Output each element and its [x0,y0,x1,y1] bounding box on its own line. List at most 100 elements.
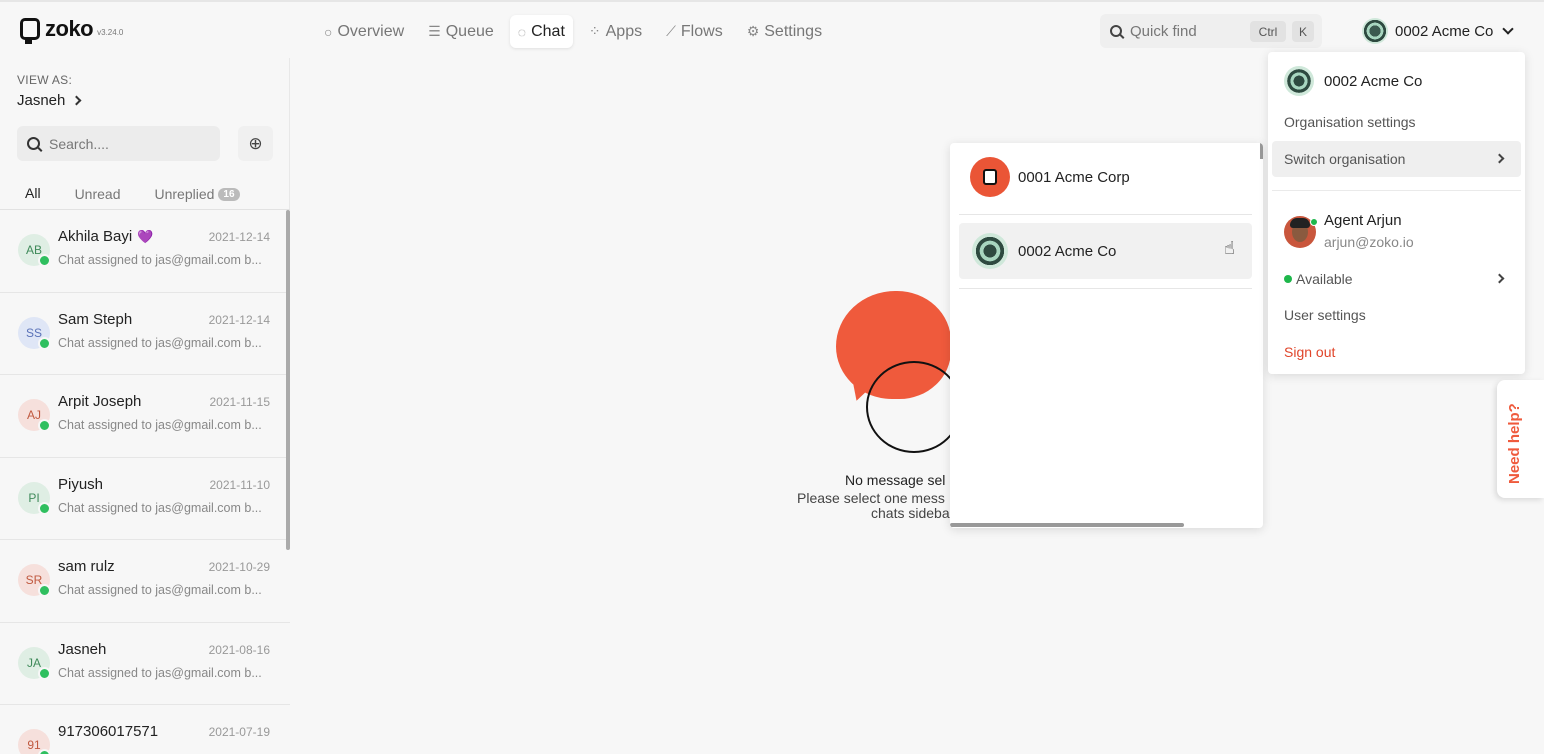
contact-name-text: Sam Steph [58,310,133,328]
chevron-right-icon [1494,273,1505,284]
account-org-name: 0002 Acme Co [1324,72,1423,90]
tab-all-label: All [25,185,41,201]
empty-state-subtitle-line2: chats sideba [871,505,950,521]
chat-preview: Chat assigned to jas@gmail.com b... [58,418,262,432]
contact-name-text: Arpit Joseph [58,393,142,410]
chat-list-item[interactable]: PI Piyush 2021-11-10 Chat assigned to jas@g… [0,457,290,540]
chat-search-input[interactable] [49,135,199,152]
contact-name-text: sam rulz [58,558,115,575]
organisation-settings-label: Organisation settings [1284,114,1416,130]
sign-out-item[interactable]: Sign out [1272,334,1521,370]
view-as-label: VIEW AS: [17,73,73,87]
nav-chat[interactable]: ◌ Chat [509,15,573,48]
available-status-dot [1284,275,1292,283]
nav-queue[interactable]: ☰ Queue [420,15,502,48]
current-org-name: 0002 Acme Co [1395,22,1494,40]
chat-date: 2021-12-14 [208,230,270,244]
empty-state-subtitle-line1: Please select one mess [797,490,945,506]
sign-out-label: Sign out [1284,344,1336,360]
whatsapp-icon [38,419,51,432]
chat-list-item[interactable]: AJ Arpit Joseph 2021-11-15 Chat assigned to… [0,375,290,458]
org-item-0002-acme-co[interactable]: 0002 Acme Co [959,223,1252,279]
org-switcher[interactable]: 0002 Acme Co [1362,18,1515,44]
chat-date: 2021-07-19 [208,725,270,739]
chat-preview: Chat assigned to jas@gmail.com b... [58,665,262,680]
chat-preview: Chat assigned to jas@gmail.com b... [58,583,262,597]
org-logo-icon [1362,18,1388,44]
main-nav: ○ Overview ☰ Queue ◌ Chat ⁘ Apps ⟋ Flows… [316,15,830,48]
new-chat-button[interactable]: ⊕ [238,126,273,161]
zoko-logo-icon [20,18,40,44]
contact-name-text: Jasneh [58,640,107,658]
org-logo-icon [1284,66,1314,96]
shortcut-ctrl-key: Ctrl [1250,21,1286,42]
chat-list: AB Akhila Bayi 💜 2021-12-14 Chat assigned to… [0,210,290,754]
chat-icon: ◌ [517,23,527,40]
chat-preview: Chat assigned to jas@gmail.com b... [58,335,262,350]
flows-icon: ⟋ [666,23,676,39]
switch-organisation-submenu: 0001 Acme Corp 0002 Acme Co ☝ [950,143,1263,528]
whatsapp-icon [38,501,51,515]
contact-name: sam rulz [58,558,120,575]
contact-name: Piyush [58,476,108,493]
nav-apps-label: Apps [605,22,643,40]
zoko-logo[interactable]: zoko v3.24.0 [20,18,123,44]
chat-date: 2021-11-10 [209,477,271,492]
agent-email: arjun@zoko.io [1324,234,1414,250]
chat-list-item[interactable]: 91 917306017571 2021-07-19 [0,705,290,754]
contact-name: Arpit Joseph [58,393,146,410]
chat-date: 2021-10-29 [208,560,270,574]
org-menu-horizontal-scrollbar[interactable] [950,523,1184,527]
nav-overview[interactable]: ○ Overview [316,15,412,48]
nav-settings[interactable]: ⚙ Settings [739,15,830,48]
nav-flows[interactable]: ⟋ Flows [658,15,731,48]
switch-organisation-item[interactable]: Switch organisation [1272,141,1521,177]
empty-state-title: No message sel [845,472,946,488]
org-item-label: 0002 Acme Co [1018,242,1117,260]
account-divider [1272,190,1521,191]
shortcut-k-key: K [1292,21,1314,42]
contact-name-text: Piyush [58,475,104,493]
chat-preview: Chat assigned to jas@gmail.com b... [58,253,262,267]
chat-list-item[interactable]: JA Jasneh 2021-08-16 Chat assigned to jas@g… [0,622,290,705]
chevron-down-icon [1502,23,1515,35]
empty-state-illustration [836,291,962,456]
top-bar: zoko v3.24.0 ○ Overview ☰ Queue ◌ Chat ⁘… [0,0,1544,58]
contact-name-text: 917306017571 [58,723,159,740]
chat-list-item[interactable]: SR sam rulz 2021-10-29 Chat assigned to jas… [0,540,290,623]
quick-find-placeholder: Quick find [1130,22,1197,40]
org-menu-vertical-scrollbar[interactable] [1260,143,1263,159]
chat-list-item[interactable]: SS Sam Steph 2021-12-14 Chat assigned to ja… [0,292,290,375]
nav-chat-label: Chat [531,22,565,40]
chat-bubble-outline-shape [866,361,962,453]
whatsapp-icon [38,584,51,597]
org-divider [959,288,1252,289]
user-settings-item[interactable]: User settings [1272,297,1521,333]
chat-search [17,126,220,161]
chat-preview: Chat assigned to jas@gmail.com b... [58,500,262,515]
chat-date: 2021-11-15 [209,395,271,409]
search-icon [27,137,40,150]
whatsapp-icon [38,336,51,350]
quick-find[interactable]: Quick find Ctrl K [1100,14,1322,48]
contact-name: Akhila Bayi 💜 [58,228,153,245]
contact-name: 917306017571 [58,723,163,740]
online-status-dot [1310,218,1318,226]
new-chat-icon: ⊕ [248,133,263,153]
availability-status-label: Available [1296,271,1353,287]
chevron-right-icon [1494,153,1505,164]
organisation-settings-item[interactable]: Organisation settings [1272,104,1521,140]
chat-list-scrollbar[interactable] [286,210,290,550]
contact-name: Jasneh [58,641,111,658]
contact-name-text: Akhila Bayi [58,228,133,245]
chat-date: 2021-08-16 [208,642,270,657]
zoko-red-logo-icon [970,157,1010,197]
nav-apps[interactable]: ⁘ Apps [581,15,650,48]
nav-flows-label: Flows [680,22,723,40]
chat-list-item[interactable]: AB Akhila Bayi 💜 2021-12-14 Chat assigned to… [0,210,290,293]
availability-status-item[interactable]: Available [1272,261,1521,297]
view-as-selector[interactable]: Jasneh [17,92,82,109]
need-help-button[interactable]: Need help? [1497,380,1544,498]
org-item-0001-acme-corp[interactable]: 0001 Acme Corp [959,149,1252,205]
chevron-right-icon [71,95,82,106]
